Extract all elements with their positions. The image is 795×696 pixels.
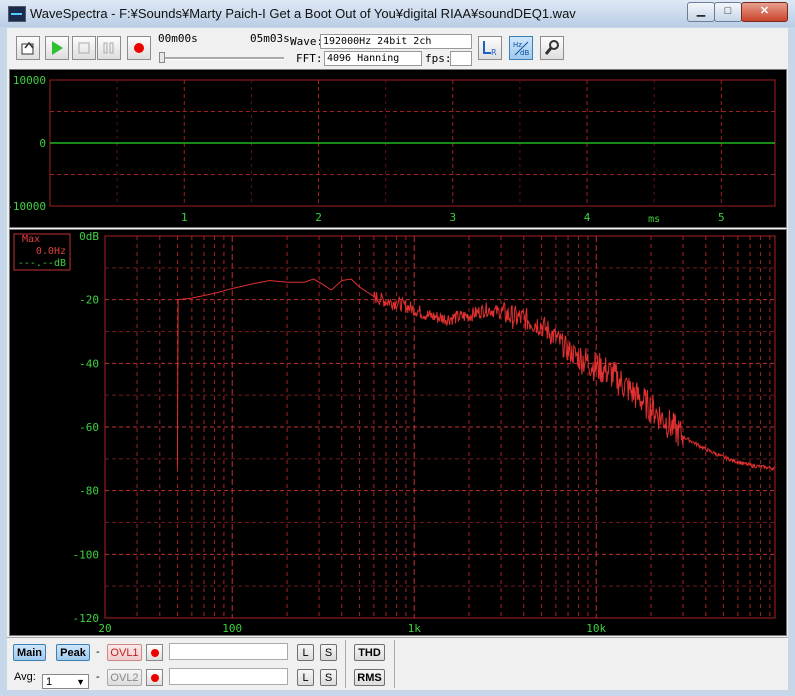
- ovl2-button[interactable]: OVL2: [107, 669, 142, 686]
- close-button[interactable]: ✕: [741, 2, 788, 22]
- app-icon: [8, 6, 26, 22]
- waveform-panel: 10000 0 -10000 1 2 3 4 5 ms: [9, 69, 787, 228]
- spectrum-x-tick-label: 100: [222, 622, 242, 635]
- waveform-y-tick-label: 10000: [13, 74, 46, 87]
- fft-setting-field: 4096 Hanning: [324, 51, 422, 66]
- pause-button[interactable]: [97, 36, 121, 60]
- dash-2: -: [96, 671, 100, 683]
- spectrum-y-tick-label: -40: [79, 357, 99, 370]
- waveform-x-tick-label: 4: [584, 211, 591, 224]
- svg-text:Hz: Hz: [513, 41, 522, 49]
- channel-lr-button[interactable]: R: [478, 36, 502, 60]
- ovl1-save-button[interactable]: S: [320, 644, 337, 661]
- fps-field: [450, 51, 472, 66]
- pause-icon: [103, 42, 114, 54]
- waveform-x-unit: ms: [648, 214, 660, 225]
- ovl1-button[interactable]: OVL1: [107, 644, 142, 661]
- thd-button[interactable]: THD: [354, 644, 385, 661]
- wave-format-field: 192000Hz 24bit 2ch: [320, 34, 472, 49]
- spectrum-trace: [176, 278, 776, 472]
- dash-1: -: [96, 646, 100, 658]
- max-readout-db: ---.--dB: [18, 258, 66, 269]
- position-slider-track[interactable]: [160, 57, 284, 60]
- ovl2-load-button[interactable]: L: [297, 669, 314, 686]
- title-bar: WaveSpectra - F:¥Sounds¥Marty Paich-I Ge…: [0, 0, 795, 27]
- fft-label: FFT:: [296, 52, 323, 65]
- open-file-icon: [21, 41, 34, 55]
- settings-button[interactable]: [540, 36, 564, 60]
- spectrum-y-tick-label: -100: [73, 548, 100, 561]
- time-start: 00m00s: [158, 32, 198, 45]
- ovl2-save-button[interactable]: S: [320, 669, 337, 686]
- ovl1-field[interactable]: [169, 643, 288, 660]
- rms-button[interactable]: RMS: [354, 669, 385, 686]
- channel-lr-icon: R: [483, 41, 497, 56]
- ovl2-field[interactable]: [169, 668, 288, 685]
- spectrum-y-tick-label: -60: [79, 421, 99, 434]
- spectrum-y-tick-label: -120: [73, 612, 100, 625]
- fps-label: fps:: [425, 52, 452, 65]
- stop-button[interactable]: [72, 36, 96, 60]
- spectrum-panel: 0dB -20 -40 -60 -80 -100 -120 20 100 1k 10k Max 0.0H…: [9, 229, 787, 636]
- maximize-button[interactable]: □: [714, 2, 742, 22]
- avg-label: Avg:: [14, 671, 36, 683]
- spectrum-y-tick-label: 0dB: [79, 230, 99, 243]
- waveform-x-tick-label: 2: [315, 211, 322, 224]
- play-icon: [52, 41, 63, 55]
- hz-db-button[interactable]: Hz dB: [509, 36, 533, 60]
- bottom-control-bar: Main Peak - OVL1 L S Avg: 1 ▼ - OVL2 L S …: [7, 637, 788, 690]
- separator: [345, 640, 346, 688]
- waveform-x-tick-label: 5: [718, 211, 725, 224]
- spectrum-plot: 0dB -20 -40 -60 -80 -100 -12020 100 1k 10k Max0.0H…: [13, 230, 776, 635]
- avg-value: 1: [46, 676, 53, 688]
- ovl2-record-button[interactable]: [146, 669, 163, 686]
- waveform-x-tick-label: 1: [181, 211, 188, 224]
- time-end: 05m03s: [250, 32, 290, 45]
- svg-text:R: R: [491, 48, 497, 56]
- svg-text:dB: dB: [520, 49, 529, 56]
- waveform-y-tick-label: 0: [39, 137, 46, 150]
- wave-label: Wave:: [290, 35, 324, 48]
- peak-button[interactable]: Peak: [56, 644, 90, 661]
- spectrum-y-tick-label: -80: [79, 485, 99, 498]
- spectrum-x-tick-label: 20: [98, 622, 111, 635]
- window-title: WaveSpectra - F:¥Sounds¥Marty Paich-I Ge…: [30, 6, 576, 21]
- main-button[interactable]: Main: [13, 644, 46, 661]
- avg-select[interactable]: 1 ▼: [42, 674, 89, 689]
- chevron-down-icon: ▼: [76, 677, 85, 687]
- spectrum-x-tick-label: 1k: [408, 622, 422, 635]
- record-button[interactable]: [127, 36, 151, 60]
- client-area: 00m00s 05m03s Wave: 192000Hz 24bit 2ch F…: [7, 28, 788, 690]
- minimize-button[interactable]: ▁: [687, 2, 715, 22]
- ovl1-load-button[interactable]: L: [297, 644, 314, 661]
- open-file-button[interactable]: [16, 36, 40, 60]
- wrench-icon: [544, 40, 559, 55]
- spectrum-y-tick-label: -20: [79, 294, 99, 307]
- stop-icon: [78, 42, 90, 54]
- waveform-x-tick-label: 3: [449, 211, 456, 224]
- max-readout-label: Max: [22, 234, 40, 245]
- waveform-plot: 10000 0 -10000 1 2 3 4 5 ms: [10, 74, 776, 225]
- separator-2: [394, 640, 395, 688]
- position-slider-thumb[interactable]: [159, 52, 165, 63]
- spectrum-x-tick-label: 10k: [586, 622, 606, 635]
- record-icon: [134, 43, 144, 53]
- waveform-y-tick-label: -10000: [10, 200, 46, 213]
- ovl1-record-button[interactable]: [146, 644, 163, 661]
- hz-db-icon: HzdB: [513, 41, 529, 56]
- max-readout-freq: 0.0Hz: [36, 246, 66, 257]
- play-button[interactable]: [45, 36, 69, 60]
